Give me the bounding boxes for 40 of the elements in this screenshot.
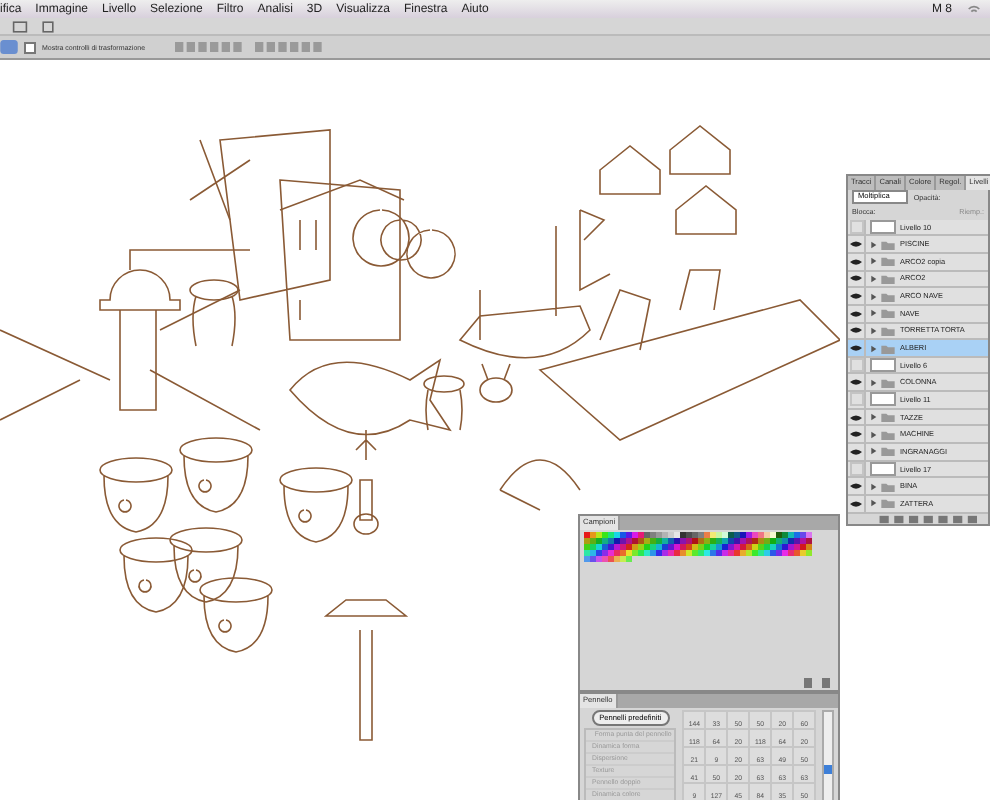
eye-icon[interactable]: [850, 413, 862, 422]
folder-icon: [870, 412, 896, 423]
scroll-bar[interactable]: [822, 710, 834, 800]
eye-icon[interactable]: [850, 378, 862, 387]
eye-icon[interactable]: [850, 274, 862, 283]
eye-icon[interactable]: [850, 292, 862, 301]
eye-icon[interactable]: [850, 430, 862, 439]
folder-icon: [870, 308, 896, 319]
folder-icon: [870, 498, 896, 509]
visibility-toggle[interactable]: [849, 220, 863, 235]
screen-mode-icon[interactable]: [40, 19, 56, 33]
layer-thumbnail: [870, 358, 896, 373]
eye-icon[interactable]: [850, 326, 862, 335]
folder-icon: [870, 446, 896, 457]
layer-thumbnail: [870, 392, 896, 407]
eye-icon[interactable]: [850, 482, 862, 491]
visibility-toggle[interactable]: [849, 462, 863, 476]
folder-icon: [870, 429, 896, 440]
eye-icon[interactable]: [850, 344, 862, 353]
eye-icon[interactable]: [850, 499, 862, 508]
visibility-toggle[interactable]: [849, 392, 863, 407]
folder-icon: [870, 239, 896, 250]
folder-icon: [870, 273, 896, 284]
eye-icon[interactable]: [850, 240, 862, 249]
layout-icon[interactable]: [12, 19, 28, 33]
eye-icon[interactable]: [850, 257, 862, 266]
folder-icon: [870, 291, 896, 302]
eye-icon[interactable]: [850, 309, 862, 318]
folder-icon: [870, 325, 896, 336]
folder-icon: [870, 377, 896, 388]
eye-icon[interactable]: [850, 447, 862, 456]
folder-icon: [870, 481, 896, 492]
checkbox[interactable]: [24, 41, 36, 53]
swatch-grid-drawing[interactable]: [584, 532, 812, 562]
layer-thumbnail: [870, 220, 896, 235]
folder-icon: [870, 256, 896, 267]
layer-thumbnail: [870, 462, 896, 476]
folder-icon: [870, 343, 896, 354]
wifi-icon[interactable]: [966, 2, 982, 16]
visibility-toggle[interactable]: [849, 358, 863, 373]
